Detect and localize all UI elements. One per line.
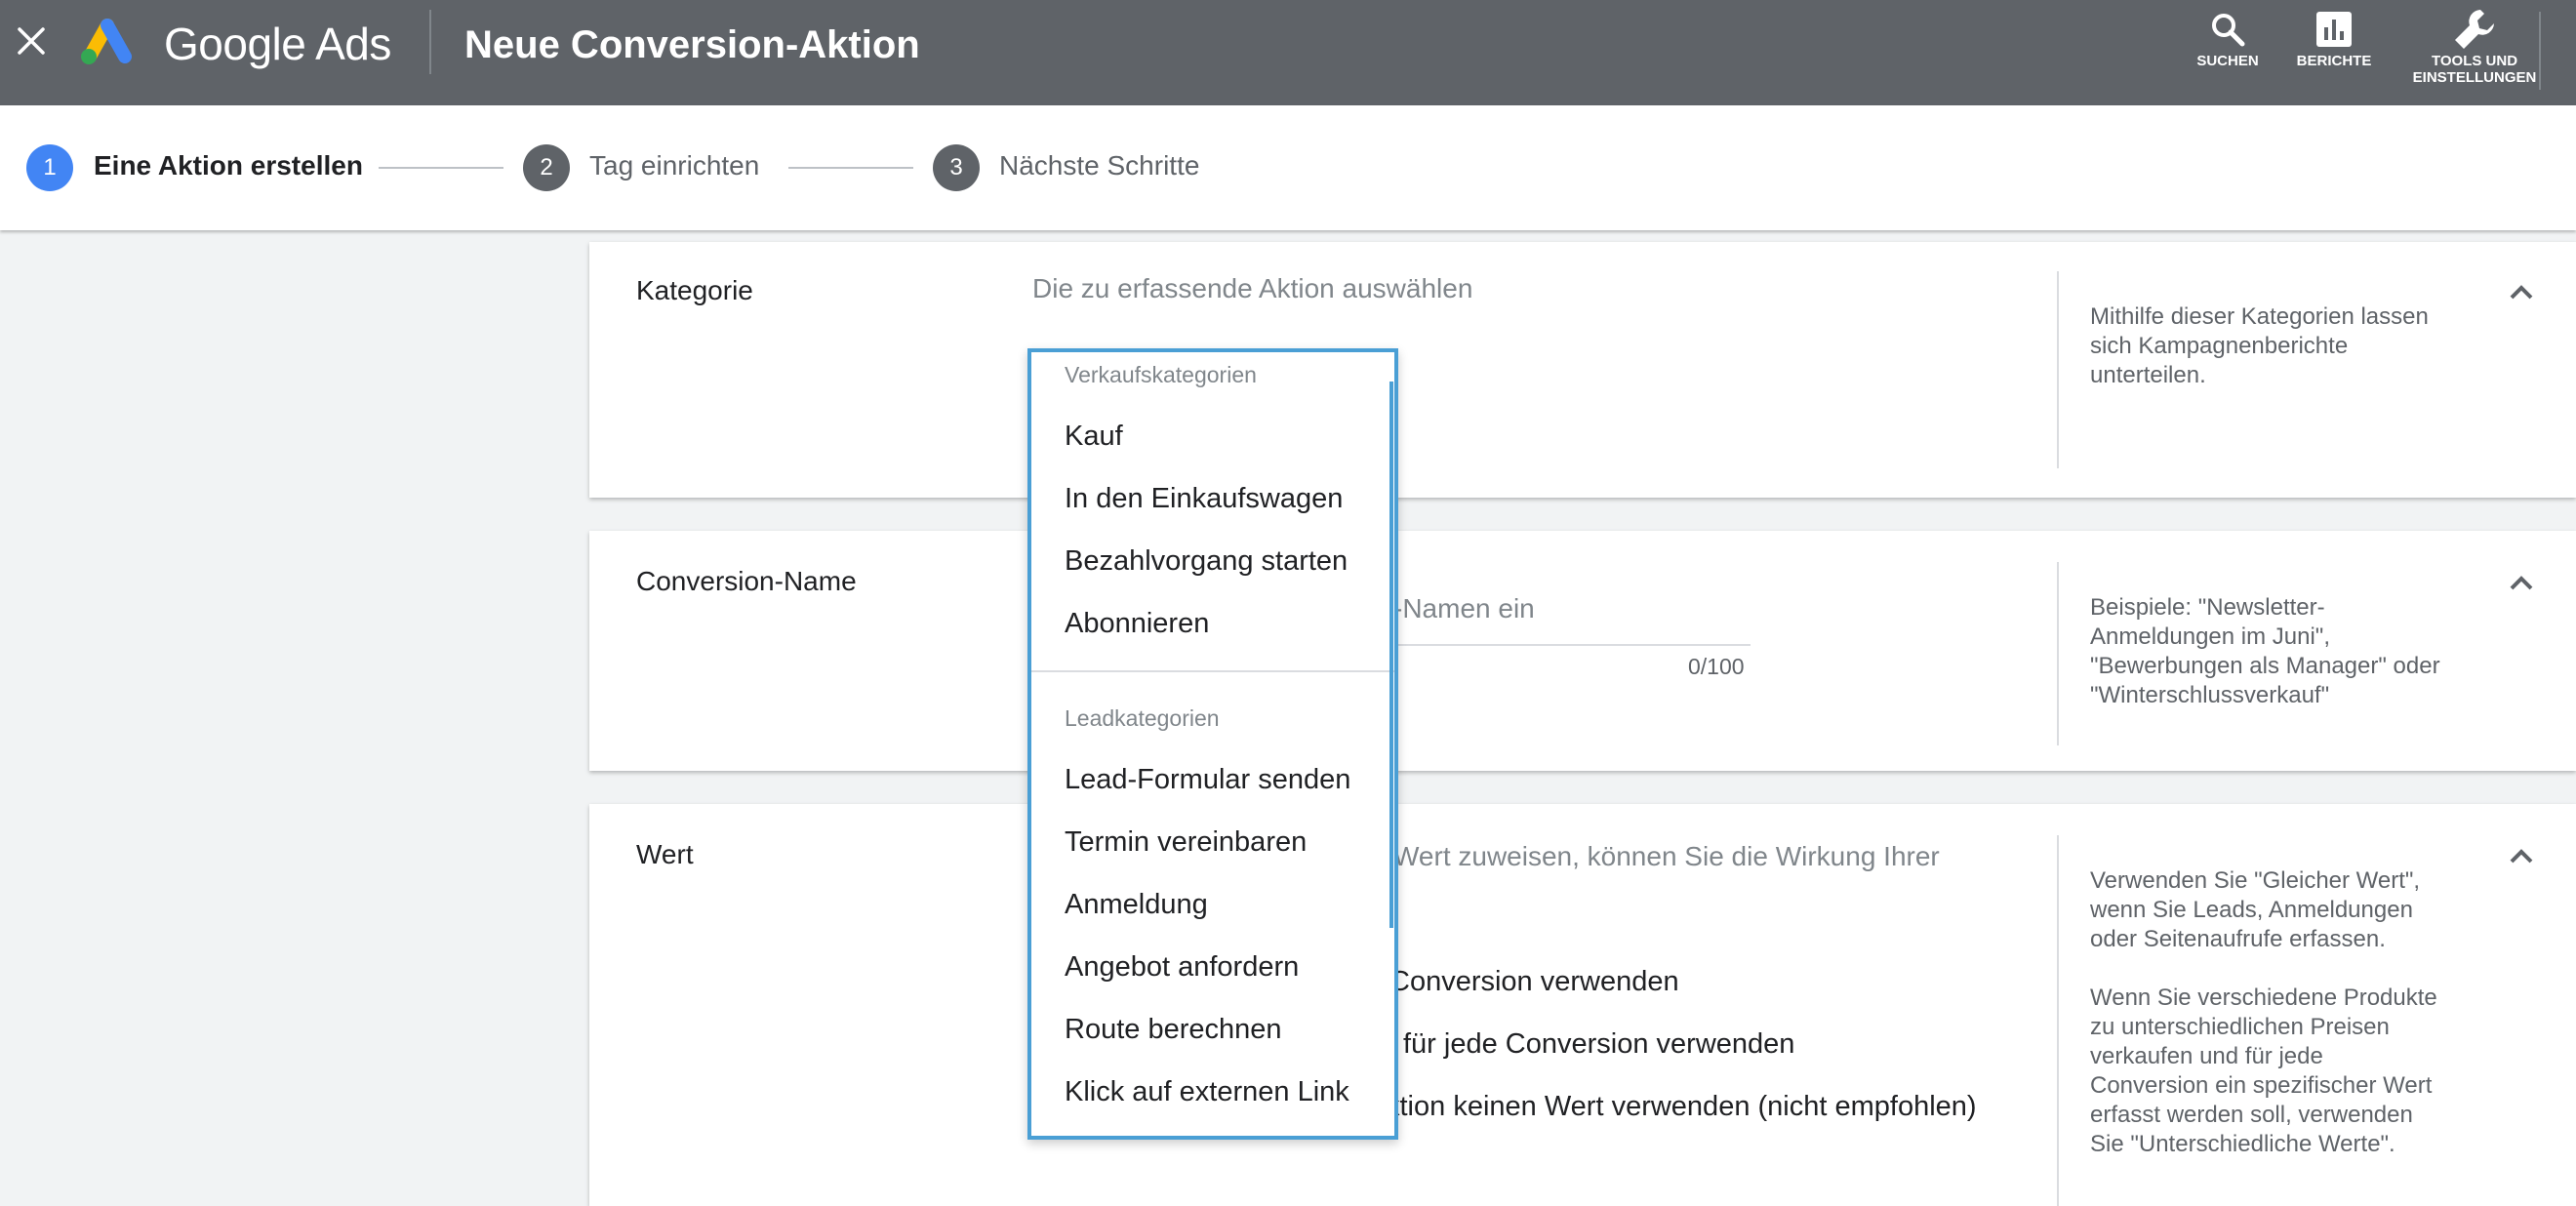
page-title: Neue Conversion-Aktion (464, 23, 920, 66)
section-divider (2057, 835, 2059, 1206)
google-ads-logo (81, 19, 132, 64)
brand-name: Google Ads (164, 19, 391, 69)
conversion-name-input[interactable]: -Namen ein (1393, 593, 1535, 624)
tools-divider (2539, 12, 2541, 90)
reports-button[interactable]: BERICHTE (2291, 6, 2377, 69)
section-divider (2057, 271, 2059, 468)
section-divider (2057, 562, 2059, 745)
step-connector (788, 167, 913, 169)
value-option-same[interactable]: Conversion verwenden (1389, 966, 1679, 998)
step-1-label: Eine Aktion erstellen (94, 150, 363, 181)
dropdown-item-outbound-click[interactable]: Klick auf externen Link (1065, 1076, 1349, 1108)
top-bar: Google Ads Neue Conversion-Aktion SUCHEN… (0, 0, 2576, 105)
chevron-up-icon (2510, 849, 2533, 864)
value-option-none[interactable]: ktion keinen Wert verwenden (nicht empfo… (1386, 1091, 1977, 1123)
search-icon (2212, 14, 2245, 47)
close-button[interactable] (10, 20, 53, 62)
dropdown-divider (1031, 670, 1394, 672)
category-section: Kategorie Die zu erfassende Aktion auswä… (589, 242, 2576, 498)
stepper: 1 Eine Aktion erstellen 2 Tag einrichten… (0, 105, 2576, 230)
step-3-number: 3 (933, 144, 980, 191)
category-select[interactable]: Die zu erfassende Aktion auswählen (1032, 273, 1472, 304)
collapse-category-button[interactable] (2502, 273, 2541, 312)
wrench-icon (2455, 10, 2494, 49)
dropdown-item-subscribe[interactable]: Abonnieren (1065, 608, 1209, 640)
value-title: Wert (636, 839, 694, 869)
search-label: SUCHEN (2196, 53, 2259, 69)
step-connector (379, 167, 503, 169)
value-help: Verwenden Sie "Gleicher Wert", wenn Sie … (2090, 866, 2441, 1159)
dropdown-scrollbar[interactable] (1389, 382, 1393, 928)
collapse-conversion-name-button[interactable] (2502, 564, 2541, 603)
reports-label: BERICHTE (2296, 53, 2372, 69)
chevron-up-icon (2510, 285, 2533, 300)
value-help-text-2: Wenn Sie verschiedene Produkte zu unters… (2090, 985, 2437, 1157)
conversion-name-help: Beispiele: "Newsletter-Anmeldungen im Ju… (2090, 594, 2440, 708)
conversion-name-section: Conversion-Name -Namen ein 0/100 Beispie… (589, 531, 2576, 771)
lead-categories-header: Leadkategorien (1065, 705, 1220, 731)
dropdown-item-get-directions[interactable]: Route berechnen (1065, 1014, 1282, 1046)
dropdown-item-add-to-cart[interactable]: In den Einkaufswagen (1065, 483, 1343, 515)
sales-categories-header: Verkaufskategorien (1065, 362, 1257, 387)
step-3-label: Nächste Schritte (999, 150, 1200, 181)
tools-label-line2: EINSTELLUNGEN (2412, 69, 2537, 86)
close-icon (18, 27, 45, 55)
search-button[interactable]: SUCHEN (2184, 6, 2272, 69)
collapse-value-button[interactable] (2502, 837, 2541, 876)
category-dropdown: Verkaufskategorien Kauf In den Einkaufsw… (1027, 348, 1398, 1140)
tools-settings-button[interactable]: TOOLS UND EINSTELLUNGEN (2393, 6, 2556, 86)
dropdown-item-begin-checkout[interactable]: Bezahlvorgang starten (1065, 545, 1348, 578)
value-section: Wert Wert zuweisen, können Sie die Wirku… (589, 804, 2576, 1206)
value-help-text-1: Verwenden Sie "Gleicher Wert", wenn Sie … (2090, 867, 2421, 952)
bar-chart-icon (2316, 12, 2352, 47)
dropdown-item-sign-up[interactable]: Anmeldung (1065, 889, 1208, 921)
character-counter: 0/100 (1688, 654, 1745, 679)
category-title: Kategorie (636, 275, 753, 305)
category-help: Mithilfe dieser Kategorien lassen sich K… (2090, 303, 2429, 388)
step-2-label: Tag einrichten (589, 150, 760, 181)
brand-divider (429, 10, 431, 74)
dropdown-item-submit-lead-form[interactable]: Lead-Formular senden (1065, 764, 1350, 796)
chevron-up-icon (2510, 576, 2533, 590)
value-intro-text: Wert zuweisen, können Sie die Wirkung Ih… (1393, 841, 1940, 871)
value-option-different[interactable]: für jede Conversion verwenden (1403, 1028, 1794, 1061)
dropdown-item-purchase[interactable]: Kauf (1065, 421, 1123, 453)
dropdown-item-book-appointment[interactable]: Termin vereinbaren (1065, 826, 1307, 859)
step-1-number: 1 (26, 144, 73, 191)
tools-label-line1: TOOLS UND (2431, 53, 2518, 69)
step-2-number: 2 (523, 144, 570, 191)
dropdown-item-request-quote[interactable]: Angebot anfordern (1065, 951, 1299, 984)
conversion-name-title: Conversion-Name (636, 566, 857, 596)
